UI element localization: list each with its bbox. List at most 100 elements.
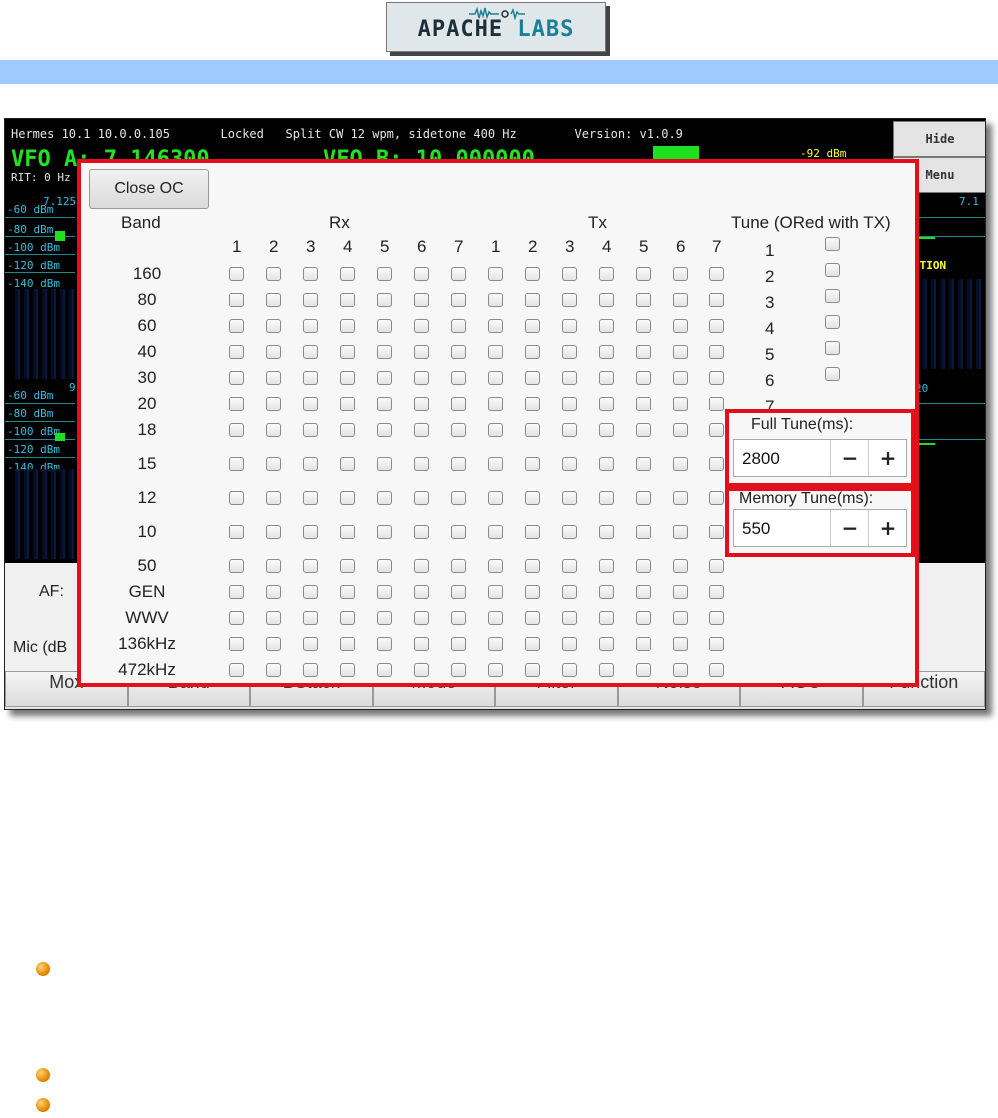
tx-checkbox[interactable] <box>599 319 614 333</box>
memory-tune-increment-button[interactable]: + <box>868 510 907 546</box>
rx-checkbox[interactable] <box>414 345 429 359</box>
tx-checkbox[interactable] <box>562 371 577 385</box>
rx-checkbox[interactable] <box>451 345 466 359</box>
rx-checkbox[interactable] <box>266 663 281 677</box>
rx-checkbox[interactable] <box>303 637 318 651</box>
tx-checkbox[interactable] <box>562 637 577 651</box>
rx-checkbox[interactable] <box>229 559 244 573</box>
rx-checkbox[interactable] <box>340 293 355 307</box>
tx-checkbox[interactable] <box>673 585 688 599</box>
rx-checkbox[interactable] <box>414 525 429 539</box>
rx-checkbox[interactable] <box>340 525 355 539</box>
close-oc-button[interactable]: Close OC <box>89 169 209 209</box>
rx-checkbox[interactable] <box>303 293 318 307</box>
tx-checkbox[interactable] <box>709 457 724 471</box>
tx-checkbox[interactable] <box>599 559 614 573</box>
rx-checkbox[interactable] <box>377 397 392 411</box>
tx-checkbox[interactable] <box>488 267 503 281</box>
tx-checkbox[interactable] <box>709 559 724 573</box>
rx-checkbox[interactable] <box>451 559 466 573</box>
tx-checkbox[interactable] <box>673 319 688 333</box>
tx-checkbox[interactable] <box>562 559 577 573</box>
tx-checkbox[interactable] <box>709 423 724 437</box>
rx-checkbox[interactable] <box>266 585 281 599</box>
tx-checkbox[interactable] <box>599 397 614 411</box>
tx-checkbox[interactable] <box>673 559 688 573</box>
rx-checkbox[interactable] <box>377 663 392 677</box>
rx-checkbox[interactable] <box>451 585 466 599</box>
tx-checkbox[interactable] <box>599 423 614 437</box>
tx-checkbox[interactable] <box>525 397 540 411</box>
tx-checkbox[interactable] <box>709 293 724 307</box>
rx-checkbox[interactable] <box>414 663 429 677</box>
rx-checkbox[interactable] <box>303 457 318 471</box>
rx-checkbox[interactable] <box>266 319 281 333</box>
rx-checkbox[interactable] <box>266 491 281 505</box>
tx-checkbox[interactable] <box>709 611 724 625</box>
rx-checkbox[interactable] <box>377 491 392 505</box>
tx-checkbox[interactable] <box>709 319 724 333</box>
rx-checkbox[interactable] <box>229 611 244 625</box>
rx-checkbox[interactable] <box>340 457 355 471</box>
tx-checkbox[interactable] <box>709 663 724 677</box>
rx-checkbox[interactable] <box>266 525 281 539</box>
tx-checkbox[interactable] <box>636 611 651 625</box>
rx-checkbox[interactable] <box>414 371 429 385</box>
rx-checkbox[interactable] <box>340 345 355 359</box>
rx-checkbox[interactable] <box>377 637 392 651</box>
rx-checkbox[interactable] <box>303 319 318 333</box>
rx-checkbox[interactable] <box>414 319 429 333</box>
rx-checkbox[interactable] <box>414 293 429 307</box>
tx-checkbox[interactable] <box>636 637 651 651</box>
rx-checkbox[interactable] <box>340 397 355 411</box>
rx-checkbox[interactable] <box>340 637 355 651</box>
tx-checkbox[interactable] <box>636 457 651 471</box>
tx-checkbox[interactable] <box>673 457 688 471</box>
tx-checkbox[interactable] <box>488 345 503 359</box>
rx-checkbox[interactable] <box>229 371 244 385</box>
rx-checkbox[interactable] <box>229 457 244 471</box>
tx-checkbox[interactable] <box>636 371 651 385</box>
tx-checkbox[interactable] <box>599 585 614 599</box>
tx-checkbox[interactable] <box>525 371 540 385</box>
rx-checkbox[interactable] <box>414 637 429 651</box>
rx-checkbox[interactable] <box>266 457 281 471</box>
tx-checkbox[interactable] <box>709 371 724 385</box>
rx-checkbox[interactable] <box>340 585 355 599</box>
tx-checkbox[interactable] <box>488 491 503 505</box>
rx-checkbox[interactable] <box>303 525 318 539</box>
rx-checkbox[interactable] <box>340 559 355 573</box>
tx-checkbox[interactable] <box>673 293 688 307</box>
rx-checkbox[interactable] <box>229 637 244 651</box>
tx-checkbox[interactable] <box>525 345 540 359</box>
tx-checkbox[interactable] <box>562 663 577 677</box>
tx-checkbox[interactable] <box>562 397 577 411</box>
rx-checkbox[interactable] <box>340 491 355 505</box>
rx-checkbox[interactable] <box>229 585 244 599</box>
rx-checkbox[interactable] <box>377 423 392 437</box>
rx-checkbox[interactable] <box>451 491 466 505</box>
rx-checkbox[interactable] <box>303 663 318 677</box>
tx-checkbox[interactable] <box>525 491 540 505</box>
rx-checkbox[interactable] <box>377 293 392 307</box>
tx-checkbox[interactable] <box>673 397 688 411</box>
tx-checkbox[interactable] <box>673 371 688 385</box>
rx-checkbox[interactable] <box>229 293 244 307</box>
tx-checkbox[interactable] <box>709 267 724 281</box>
rx-checkbox[interactable] <box>340 371 355 385</box>
rx-checkbox[interactable] <box>303 267 318 281</box>
tx-checkbox[interactable] <box>562 611 577 625</box>
rx-checkbox[interactable] <box>266 267 281 281</box>
rx-checkbox[interactable] <box>229 345 244 359</box>
tx-checkbox[interactable] <box>709 345 724 359</box>
rx-checkbox[interactable] <box>266 559 281 573</box>
rx-checkbox[interactable] <box>229 663 244 677</box>
rx-checkbox[interactable] <box>266 637 281 651</box>
tx-checkbox[interactable] <box>488 585 503 599</box>
rx-checkbox[interactable] <box>340 319 355 333</box>
tx-checkbox[interactable] <box>525 637 540 651</box>
rx-checkbox[interactable] <box>377 559 392 573</box>
tx-checkbox[interactable] <box>599 457 614 471</box>
tx-checkbox[interactable] <box>488 371 503 385</box>
tx-checkbox[interactable] <box>673 611 688 625</box>
